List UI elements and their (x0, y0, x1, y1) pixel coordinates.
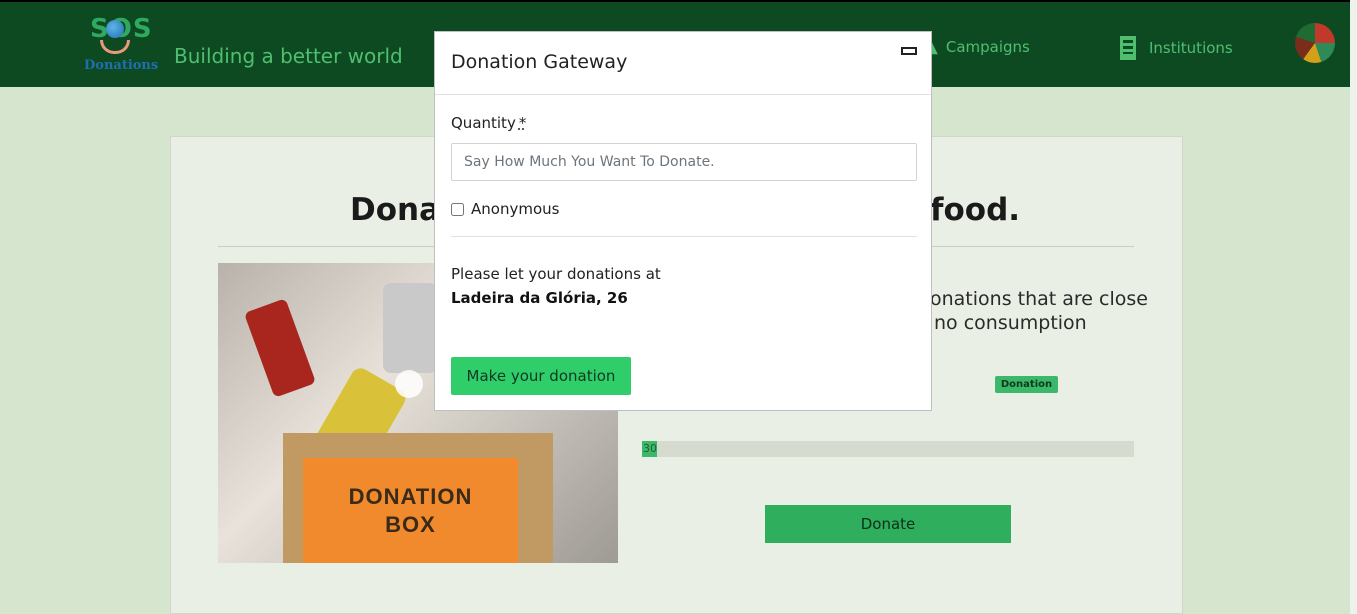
modal-title: Donation Gateway (451, 51, 628, 73)
close-icon[interactable] (901, 47, 917, 55)
progress-fill: 30 (642, 441, 657, 457)
nav-campaigns[interactable]: ▲ Campaigns (924, 36, 1030, 57)
status-badge: Donation (995, 376, 1058, 393)
campaign-description: onations that are close no consumption (930, 287, 1148, 335)
required-marker: * (518, 114, 527, 132)
nav-campaigns-label: Campaigns (945, 37, 1030, 56)
anonymous-label: Anonymous (471, 200, 560, 218)
description-line: no consumption (934, 312, 1087, 334)
quantity-label: Quantity * (451, 114, 526, 132)
building-icon (1120, 36, 1136, 60)
hands-icon (100, 40, 130, 54)
nav-institutions[interactable]: Institutions (1120, 36, 1233, 60)
tagline: Building a better world (174, 44, 403, 68)
modal-header: Donation Gateway (435, 32, 931, 95)
modal-divider (451, 236, 917, 237)
box-label-line1: DONATION (348, 483, 473, 509)
can-shape (383, 283, 438, 373)
donate-button[interactable]: Donate (765, 505, 1011, 543)
logo-subtext: Donations (84, 58, 159, 73)
make-donation-button[interactable]: Make your donation (451, 357, 631, 395)
carousel-dot[interactable] (395, 370, 423, 398)
campaign-title-end: food. (930, 192, 1021, 228)
logo[interactable]: SOS Donations (84, 14, 160, 74)
donation-modal: Donation Gateway Quantity* Anonymous Ple… (434, 31, 932, 411)
description-line: onations that are close (930, 288, 1148, 310)
quantity-label-text: Quantity (451, 114, 516, 132)
box-label: DONATION BOX (303, 458, 518, 563)
avatar[interactable] (1295, 23, 1335, 63)
progress-bar: 30 (642, 441, 1134, 457)
drop-off-info: Please let your donations at (451, 265, 661, 283)
globe-icon (106, 20, 124, 38)
nav-institutions-label: Institutions (1149, 39, 1233, 57)
scrollbar[interactable] (1350, 0, 1357, 614)
anonymous-checkbox[interactable] (451, 202, 464, 216)
drop-off-address: Ladeira da Glória, 26 (451, 289, 628, 307)
box-label-line2: BOX (385, 511, 436, 537)
quantity-input[interactable] (451, 143, 917, 181)
anonymous-option[interactable]: Anonymous (451, 200, 559, 218)
